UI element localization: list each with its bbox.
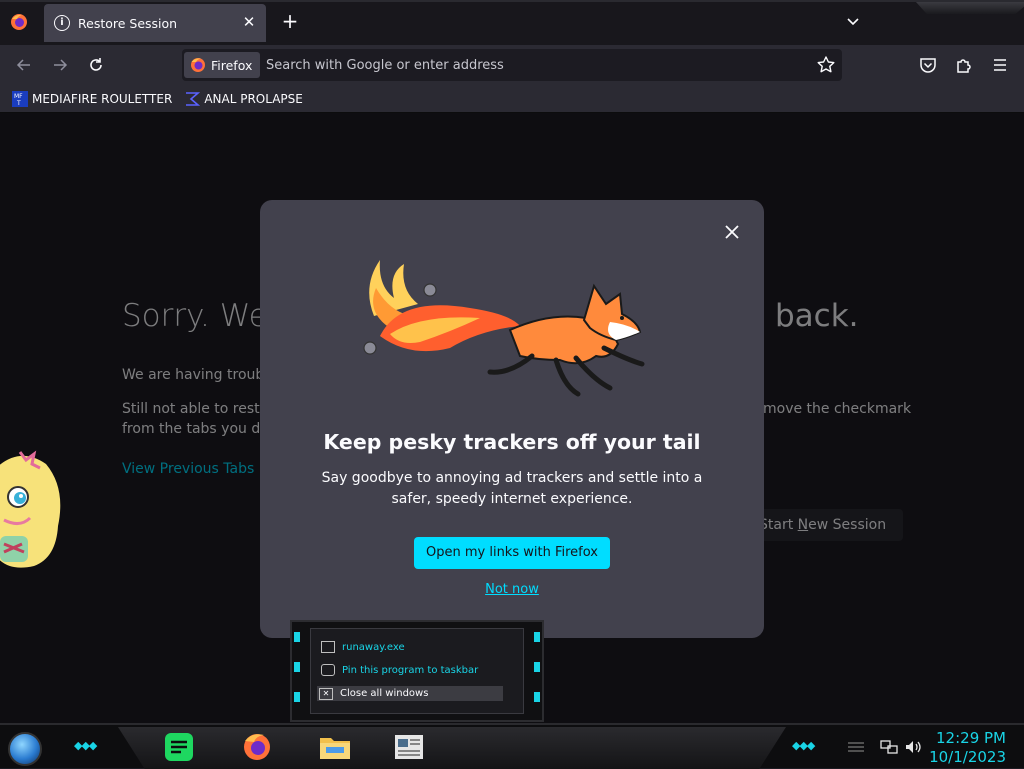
taskbar: ◆◆◆ ◆◆◆ 12:29 PM 10/1/2023 — [0, 723, 1024, 769]
notes-app-icon[interactable] — [162, 731, 196, 763]
extensions-button[interactable] — [952, 53, 976, 77]
bookmark-label: MEDIAFIRE ROULETTER — [32, 91, 173, 106]
tab-strip: i Restore Session ✕ + — [0, 0, 1024, 45]
decorative-bar — [534, 662, 540, 672]
identity-box[interactable]: Firefox — [184, 52, 261, 78]
firefox-icon — [191, 58, 205, 72]
decorative-chevrons: ◆◆◆ — [792, 739, 815, 752]
decorative-bar — [534, 632, 540, 642]
tracker-promo-dialog: Keep pesky trackers off your tail Say go… — [260, 200, 764, 638]
navigation-toolbar: Firefox — [0, 45, 1024, 85]
mediafire-icon: MFT — [12, 90, 28, 107]
firefox-menu-icon[interactable] — [10, 13, 28, 31]
identity-label: Firefox — [211, 57, 253, 73]
network-icon[interactable] — [880, 739, 898, 755]
open-links-with-firefox-button[interactable]: Open my links with Firefox — [414, 537, 610, 569]
volume-icon[interactable] — [904, 739, 922, 755]
firefox-taskbar-icon[interactable] — [240, 731, 274, 763]
theme-decoration — [916, 2, 1024, 14]
close-all-windows-item[interactable]: ✕ Close all windows — [317, 686, 503, 701]
tab-title: Restore Session — [78, 15, 178, 31]
back-button[interactable] — [12, 53, 36, 77]
running-fox-illustration — [363, 260, 645, 397]
reload-button[interactable] — [84, 53, 108, 77]
decorative-bar — [534, 692, 540, 702]
close-icon[interactable] — [722, 222, 742, 242]
bookmark-label: ANAL PROLAPSE — [204, 91, 303, 106]
decorative-bar — [294, 692, 300, 702]
document-viewer-icon[interactable] — [392, 731, 426, 763]
taskbar-center-plate — [118, 727, 786, 769]
jump-list-label: Close all windows — [340, 688, 429, 699]
close-icon: ✕ — [319, 687, 333, 700]
cartoon-sticker — [0, 450, 61, 568]
puzzle-icon — [957, 59, 971, 73]
hamburger-icon — [994, 59, 1006, 71]
bookmark-item[interactable]: MF T MEDIAFIRE ROULETTER — [12, 90, 173, 107]
bookmark-star-icon[interactable] — [816, 55, 836, 75]
not-now-link[interactable]: Not now — [260, 582, 764, 597]
dialog-body: Say goodbye to annoying ad trackers and … — [321, 470, 703, 507]
new-tab-button[interactable]: + — [280, 11, 300, 31]
decorative-chevrons: ◆◆◆ — [74, 739, 97, 752]
svg-text:MF: MF — [14, 93, 23, 100]
dialog-title: Keep pesky trackers off your tail — [323, 430, 701, 454]
info-icon: i — [54, 15, 70, 31]
show-hidden-icons-icon[interactable] — [846, 739, 866, 755]
sigma-icon — [186, 91, 201, 106]
clock-time: 12:29 PM — [936, 729, 1006, 747]
pocket-icon — [920, 58, 936, 73]
app-menu-button[interactable] — [988, 53, 1012, 77]
jump-list-label: Pin this program to taskbar — [342, 664, 479, 676]
window-icon — [321, 641, 335, 653]
folder-icon[interactable] — [318, 731, 352, 763]
bookmarks-toolbar: MF T MEDIAFIRE ROULETTER ANAL PROLAPSE — [0, 85, 1024, 113]
tab-restore-session[interactable]: i Restore Session ✕ — [44, 4, 266, 42]
forward-button[interactable] — [48, 53, 72, 77]
bookmark-item[interactable]: ANAL PROLAPSE — [184, 91, 303, 107]
tab-close-icon[interactable]: ✕ — [240, 13, 258, 31]
jump-list-item[interactable]: runaway.exe — [321, 641, 405, 653]
system-clock[interactable]: 12:29 PM 10/1/2023 — [929, 729, 1006, 767]
decorative-bar — [294, 632, 300, 642]
forward-arrow-icon — [54, 59, 68, 71]
decorative-bar — [294, 662, 300, 672]
url-input[interactable] — [266, 49, 806, 81]
jump-list-panel: runaway.exe Pin this program to taskbar … — [310, 628, 524, 714]
list-all-tabs-icon[interactable] — [843, 12, 863, 32]
start-button[interactable] — [8, 732, 42, 766]
pin-to-taskbar-item[interactable]: Pin this program to taskbar — [321, 664, 478, 676]
pin-icon — [321, 664, 335, 676]
jump-list-label: runaway.exe — [342, 641, 405, 653]
clock-date: 10/1/2023 — [929, 748, 1006, 766]
taskbar-jump-list: runaway.exe Pin this program to taskbar … — [290, 620, 544, 722]
svg-text:T: T — [16, 100, 21, 107]
url-bar[interactable]: Firefox — [182, 49, 842, 81]
reload-icon — [90, 58, 102, 71]
pocket-button[interactable] — [916, 53, 940, 77]
back-arrow-icon — [16, 59, 30, 71]
